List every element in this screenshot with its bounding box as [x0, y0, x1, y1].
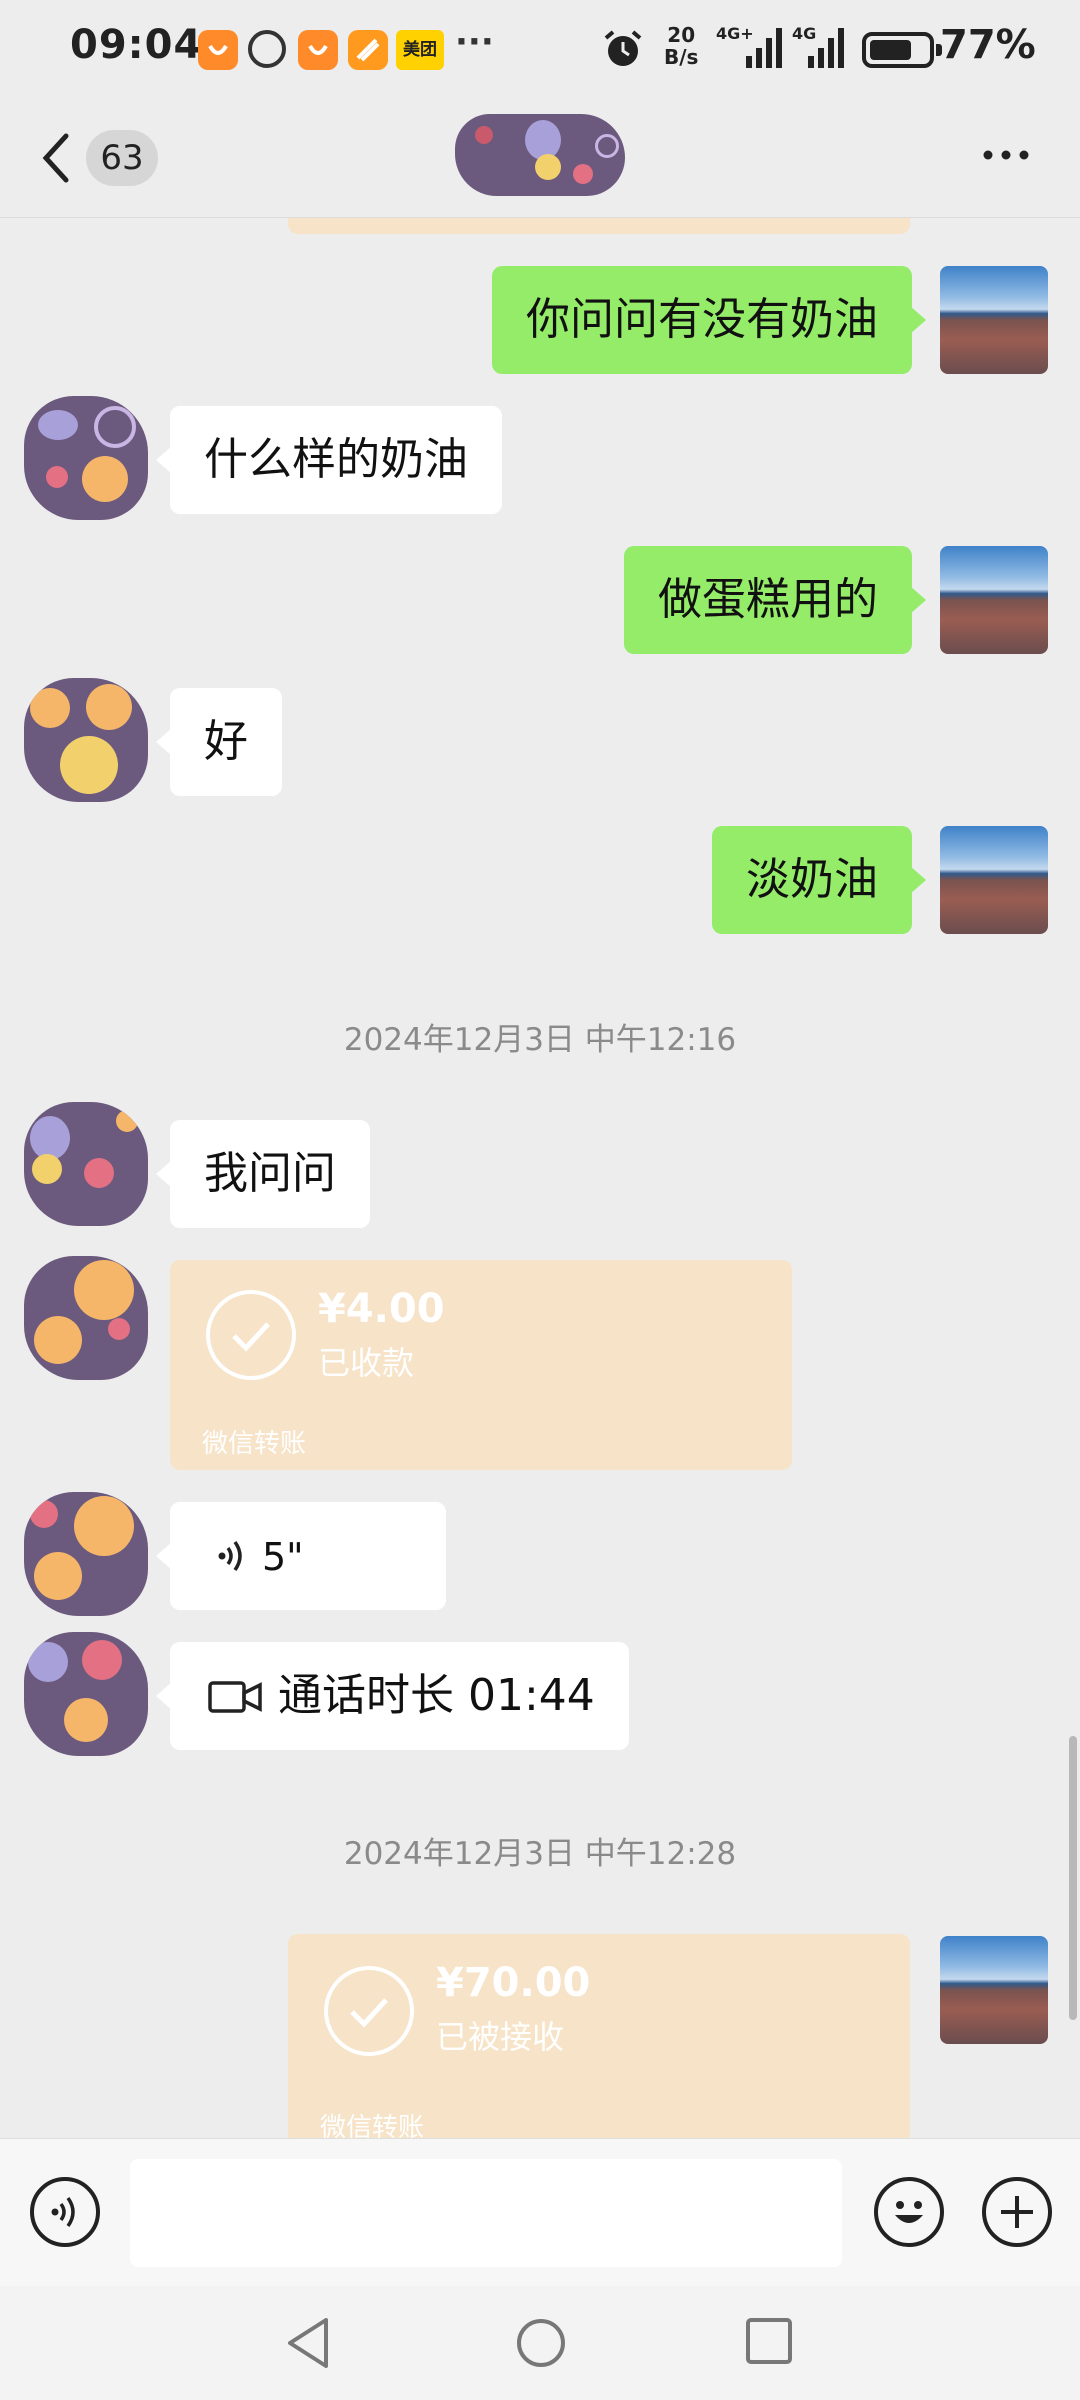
contact-avatar-small[interactable]	[24, 1102, 148, 1226]
status-bar: 09:04 美团 ··· 20 B/s 4G+ 4G 77%	[0, 0, 1080, 100]
signal-icon	[746, 28, 782, 68]
taobao-notification-icon	[198, 30, 238, 70]
my-avatar[interactable]	[940, 546, 1048, 654]
voice-message-bubble[interactable]: 5"	[156, 1502, 446, 1610]
taobao-notification-icon-2	[298, 30, 338, 70]
received-message-bubble[interactable]: 好	[156, 688, 282, 796]
sent-message-bubble[interactable]: 做蛋糕用的	[624, 546, 926, 654]
meituan-notification-icon: 美团	[396, 30, 444, 70]
contact-avatar[interactable]	[455, 114, 625, 196]
voice-wave-icon	[51, 2196, 75, 2228]
transfer-status: 已收款	[318, 1344, 415, 1382]
smiley-icon	[895, 2201, 923, 2223]
chat-timestamp: 2024年12月3日 中午12:28	[343, 1836, 737, 1872]
transfer-status: 已被接收	[436, 2018, 565, 2056]
battery-fill	[870, 40, 912, 60]
plus-icon	[1001, 2196, 1033, 2228]
scrollbar[interactable]	[1069, 1736, 1077, 2020]
chat-timestamp: 2024年12月3日 中午12:16	[343, 1022, 737, 1058]
contact-avatar-small[interactable]	[24, 1256, 148, 1380]
transfer-amount: ¥4.00	[318, 1286, 445, 1332]
transfer-card-received[interactable]: ¥4.00 已收款 微信转账	[170, 1260, 792, 1470]
video-call-record-bubble[interactable]: 通话时长 01:44	[156, 1642, 629, 1750]
more-notifications-icon: ···	[455, 22, 494, 62]
transfer-label: 微信转账	[202, 1429, 307, 1459]
browser-notification-icon	[248, 30, 286, 68]
back-button[interactable]: 63	[38, 128, 158, 188]
voice-input-button[interactable]	[30, 2177, 100, 2247]
alarm-icon	[604, 30, 642, 66]
voice-duration: 5"	[262, 1535, 304, 1579]
video-camera-icon	[208, 1681, 262, 1713]
sent-message-bubble[interactable]: 你问问有没有奶油	[492, 266, 926, 374]
received-message-bubble[interactable]: 什么样的奶油	[156, 406, 502, 514]
battery-percent: 77%	[940, 22, 1036, 68]
more-options-button[interactable]	[976, 130, 1036, 180]
sent-message-bubble[interactable]: 淡奶油	[712, 826, 926, 934]
check-circle-icon	[324, 1966, 414, 2056]
home-circle-icon[interactable]	[514, 2316, 568, 2370]
recents-square-icon[interactable]	[744, 2316, 794, 2366]
my-avatar[interactable]	[940, 1936, 1048, 2044]
emoji-button[interactable]	[874, 2177, 944, 2247]
signal-icon-2	[808, 28, 844, 68]
unread-count-badge: 63	[86, 130, 158, 186]
input-bar	[0, 2138, 1080, 2287]
system-navigation-bar	[0, 2286, 1080, 2400]
my-avatar[interactable]	[940, 266, 1048, 374]
contact-avatar-small[interactable]	[24, 396, 148, 520]
back-triangle-icon[interactable]	[284, 2316, 334, 2370]
more-dots-icon	[983, 150, 1029, 160]
my-avatar[interactable]	[940, 826, 1048, 934]
more-functions-button[interactable]	[982, 2177, 1052, 2247]
previous-transfer-card-edge[interactable]	[288, 218, 910, 234]
transfer-label: 微信转账	[320, 2113, 425, 2138]
contact-avatar-small[interactable]	[24, 1492, 148, 1616]
message-input[interactable]	[130, 2159, 842, 2267]
battery-icon	[862, 32, 942, 68]
transfer-amount: ¥70.00	[436, 1960, 591, 2006]
transfer-card-sent[interactable]: ¥70.00 已被接收 微信转账	[288, 1934, 910, 2138]
network-speed: 20 B/s	[664, 23, 699, 69]
message-list[interactable]: 你问问有没有奶油 什么样的奶油 做蛋糕用的 好 淡奶油 2024年12月3日 中…	[0, 218, 1080, 2138]
call-duration-text: 通话时长 01:44	[278, 1670, 595, 1721]
voice-wave-icon	[218, 1540, 242, 1572]
chevron-left-icon	[42, 133, 69, 183]
contact-avatar-small[interactable]	[24, 678, 148, 802]
status-time: 09:04	[70, 22, 203, 68]
check-circle-icon	[206, 1290, 296, 1380]
contact-avatar-small[interactable]	[24, 1632, 148, 1756]
received-message-bubble[interactable]: 我问问	[156, 1120, 370, 1228]
chat-header: 63	[0, 100, 1080, 218]
app-notification-icon	[348, 30, 388, 70]
